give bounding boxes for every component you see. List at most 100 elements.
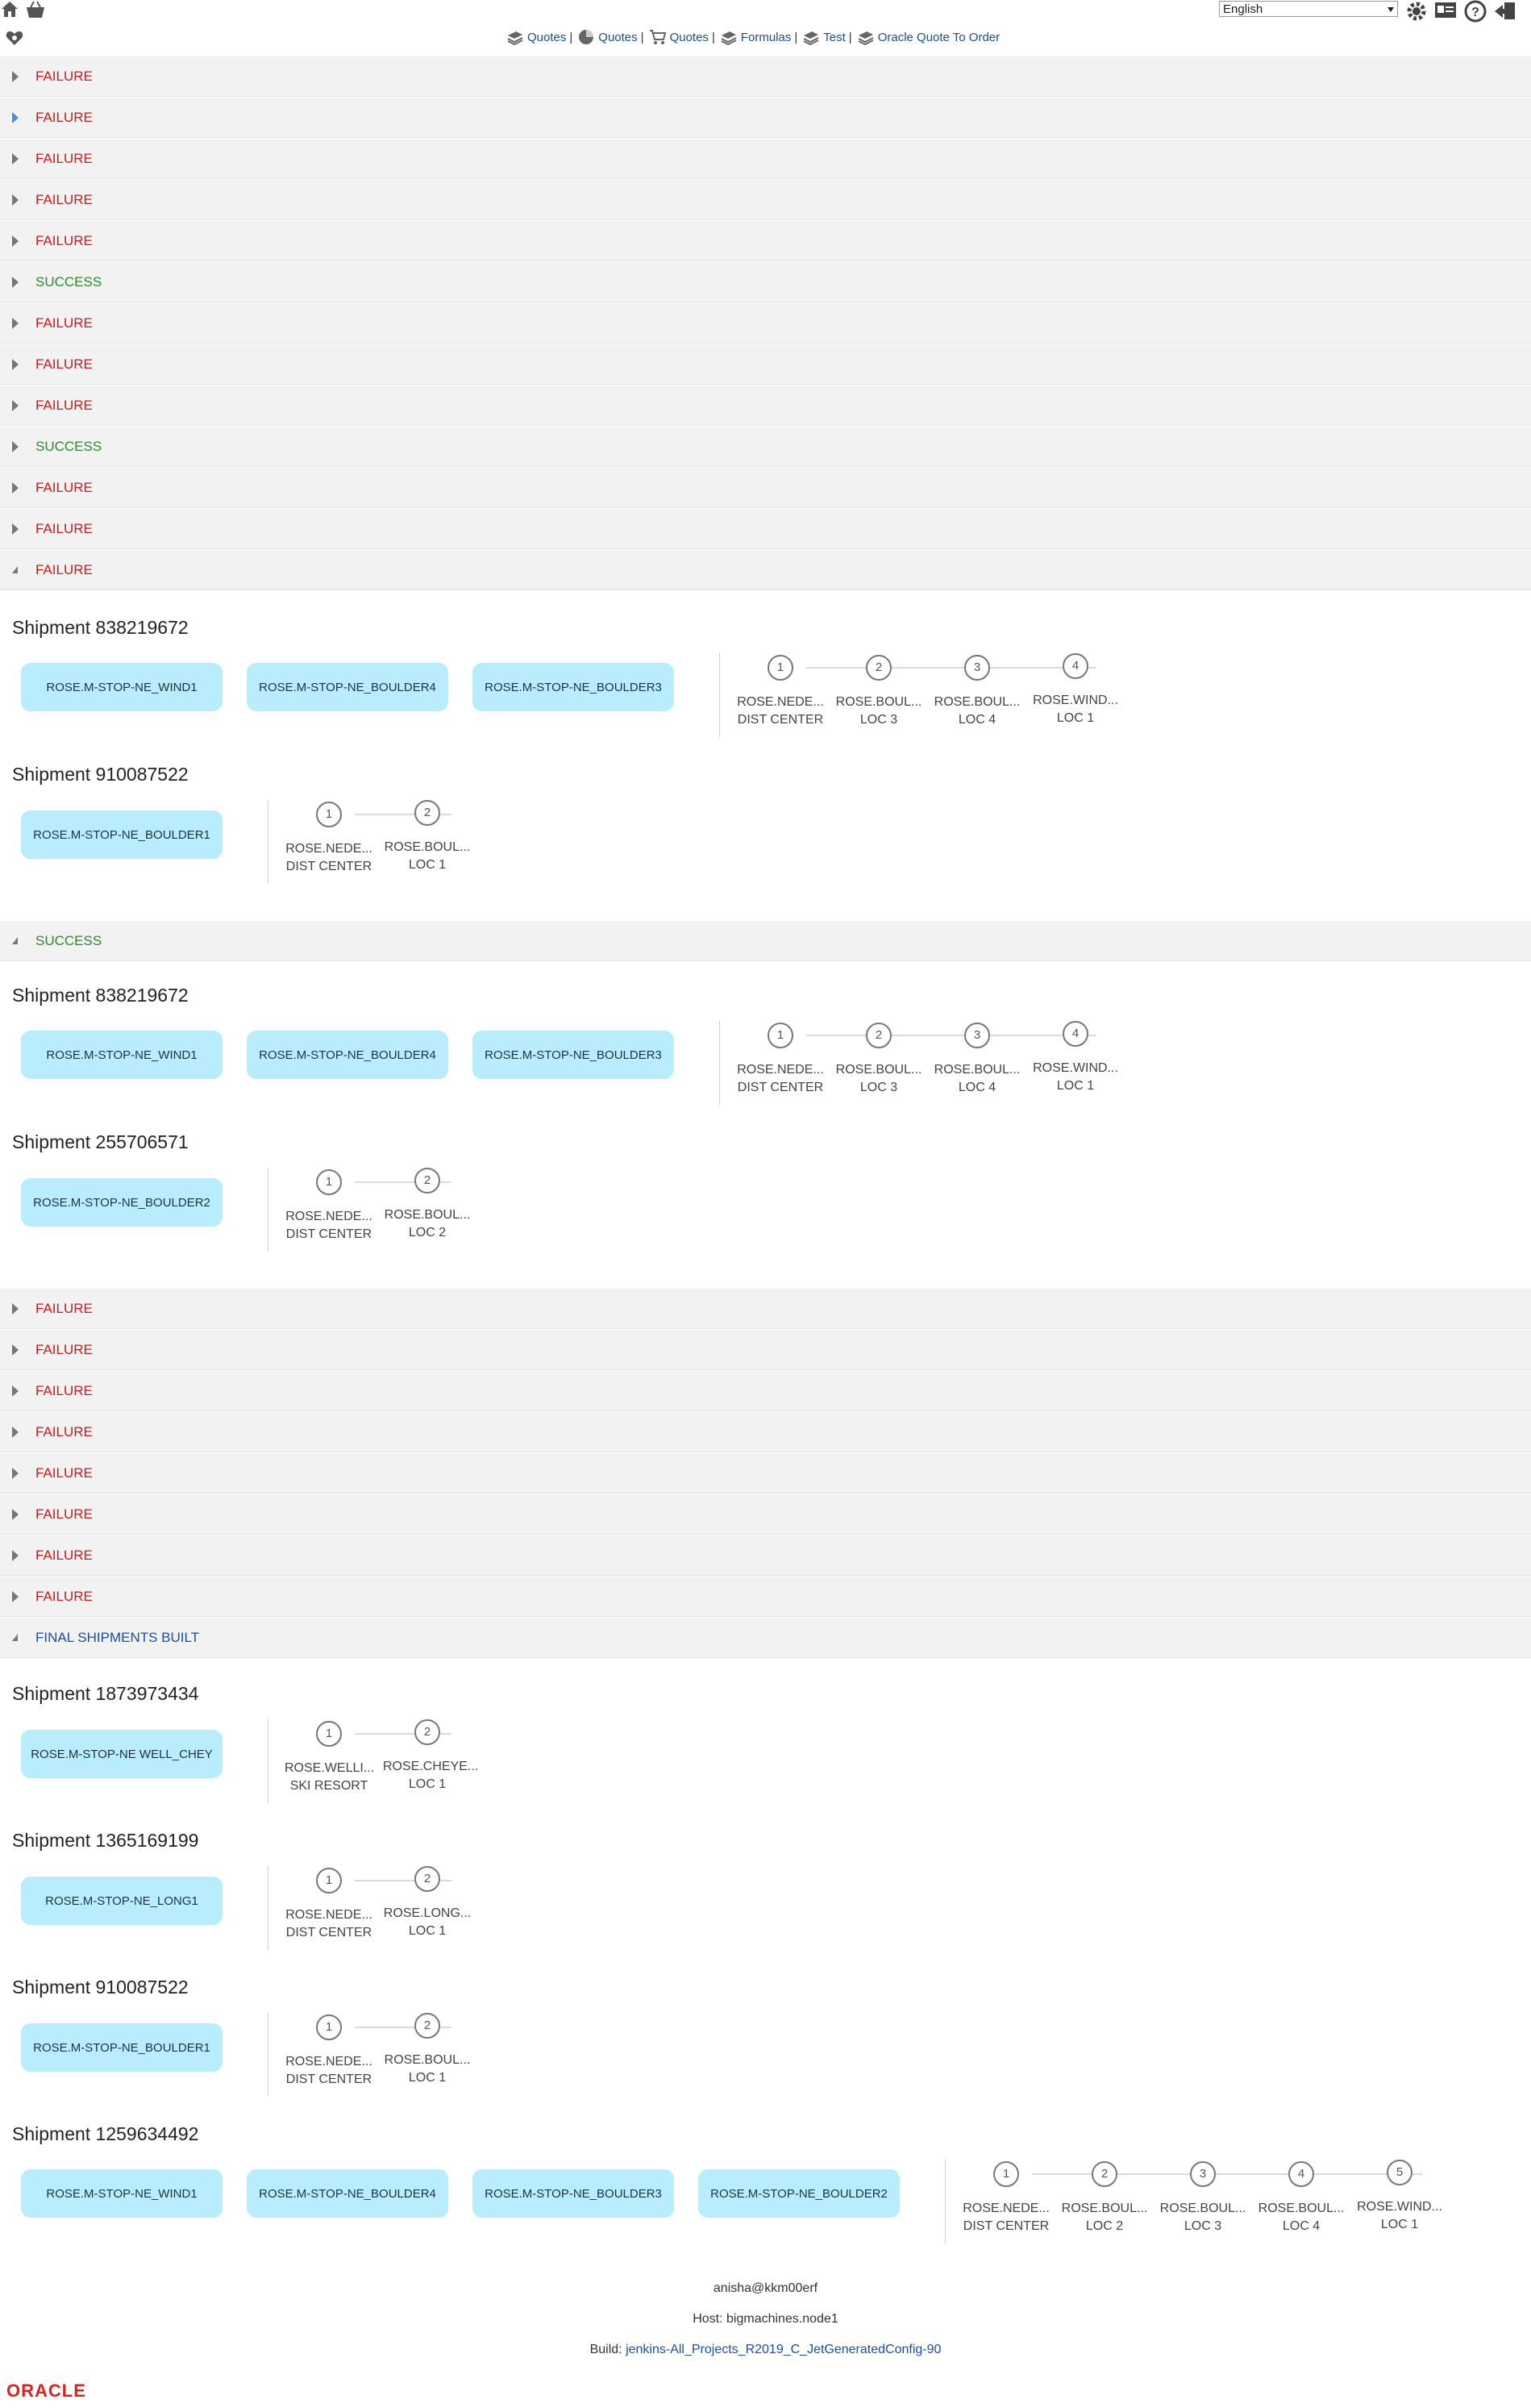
order-chip[interactable]: ROSE.M-STOP-NE_WIND1 (21, 2169, 223, 2218)
group-status: FAILURE (35, 521, 93, 536)
route-stop[interactable]: 3 ROSE.BOUL... LOC 4 (933, 655, 1021, 729)
group-header[interactable]: FAILURE (0, 468, 1531, 508)
logout-icon[interactable] (1493, 0, 1517, 23)
route-stop[interactable]: 1 ROSE.WELLI... SKI RESORT (285, 1721, 374, 1795)
route-stop[interactable]: 2 ROSE.BOUL... LOC 1 (383, 800, 472, 874)
nav-item-test[interactable]: Test (802, 29, 846, 45)
route-stop[interactable]: 1 ROSE.NEDE... DIST CENTER (285, 2014, 373, 2089)
group-header[interactable]: FAILURE (0, 303, 1531, 344)
heart-gear-icon[interactable] (5, 29, 24, 47)
group-header[interactable]: SUCCESS (0, 262, 1531, 302)
group-header[interactable]: FAILURE (0, 1453, 1531, 1494)
route-stop[interactable]: 2 ROSE.LONG... LOC 1 (383, 1866, 472, 1940)
expand-icon (12, 112, 19, 123)
route-stop[interactable]: 3 ROSE.BOUL... LOC 3 (1159, 2161, 1247, 2235)
group-status: FAILURE (35, 69, 93, 84)
group-header[interactable]: FAILURE (0, 1371, 1531, 1411)
route-stop[interactable]: 2 ROSE.BOUL... LOC 2 (383, 1168, 472, 1242)
group-header[interactable]: SUCCESS (0, 427, 1531, 467)
group-header[interactable]: FAILURE (0, 221, 1531, 261)
group-header[interactable]: FAILURE (0, 550, 1531, 590)
language-value: English (1223, 2, 1263, 16)
route-stop[interactable]: 1 ROSE.NEDE... DIST CENTER (285, 1169, 373, 1244)
divider (719, 653, 720, 737)
group-status: FAILURE (35, 480, 93, 495)
order-chip[interactable]: ROSE.M-STOP-NE_BOULDER1 (21, 810, 223, 859)
build-link[interactable]: jenkins-All_Projects_R2019_C_JetGenerate… (626, 2343, 941, 2356)
group-header[interactable]: FAILURE (0, 139, 1531, 179)
route-stop[interactable]: 1 ROSE.NEDE... DIST CENTER (736, 655, 825, 729)
route-stop[interactable]: 1 ROSE.NEDE... DIST CENTER (285, 1868, 373, 1942)
group-header[interactable]: FAILURE (0, 98, 1531, 138)
expand-icon (12, 71, 19, 82)
order-chip[interactable]: ROSE.M-STOP-NE WELL_CHEY (21, 1730, 223, 1778)
order-chip[interactable]: ROSE.M-STOP-NE_WIND1 (21, 1031, 223, 1079)
route-stop[interactable]: 2 ROSE.CHEYE... LOC 1 (383, 1719, 478, 1794)
order-chip[interactable]: ROSE.M-STOP-NE_BOULDER4 (247, 1031, 448, 1079)
gear-icon[interactable] (1404, 0, 1429, 23)
route-stop[interactable]: 4 ROSE.BOUL... LOC 4 (1257, 2161, 1346, 2235)
footer-user: anisha@kkm00erf (713, 2281, 818, 2295)
order-chip[interactable]: ROSE.M-STOP-NE_BOULDER3 (472, 1031, 674, 1079)
expand-icon (12, 1344, 19, 1356)
route-stop[interactable]: 4 ROSE.WIND... LOC 1 (1031, 1021, 1120, 1095)
nav-item-quotes-2[interactable]: Quotes (577, 29, 638, 45)
order-chip[interactable]: ROSE.M-STOP-NE_BOULDER4 (247, 2169, 448, 2218)
home-icon[interactable] (0, 0, 19, 18)
group-header[interactable]: FAILURE (0, 1494, 1531, 1535)
shipment-title: Shipment 910087522 (12, 764, 189, 785)
expand-icon (12, 235, 19, 247)
group-header[interactable]: FAILURE (0, 1289, 1531, 1329)
group-header[interactable]: FAILURE (0, 1535, 1531, 1576)
basket-icon[interactable] (24, 0, 47, 19)
group-header[interactable]: FAILURE (0, 56, 1531, 97)
expand-icon (12, 482, 19, 494)
route-stop[interactable]: 2 ROSE.BOUL... LOC 2 (1060, 2161, 1149, 2235)
expand-icon (12, 400, 19, 411)
group-header[interactable]: FAILURE (0, 1330, 1531, 1370)
group-header[interactable]: FAILURE (0, 1577, 1531, 1617)
order-chip[interactable]: ROSE.M-STOP-NE_BOULDER2 (21, 1178, 223, 1227)
route-stop[interactable]: 1 ROSE.NEDE... DIST CENTER (736, 1023, 825, 1097)
help-icon[interactable]: ? (1463, 0, 1487, 23)
route-stop[interactable]: 3 ROSE.BOUL... LOC 4 (933, 1023, 1021, 1097)
order-chip[interactable]: ROSE.M-STOP-NE_WIND1 (21, 663, 223, 711)
language-select[interactable]: English (1219, 1, 1398, 17)
order-chip[interactable]: ROSE.M-STOP-NE_LONG1 (21, 1877, 223, 1925)
group-header[interactable]: FAILURE (0, 344, 1531, 385)
route-stop[interactable]: 2 ROSE.BOUL... LOC 3 (834, 1023, 923, 1097)
order-chip[interactable]: ROSE.M-STOP-NE_BOULDER1 (21, 2023, 223, 2072)
collapse-icon (12, 1634, 18, 1641)
books-icon (507, 31, 523, 45)
shipment-title: Shipment 910087522 (12, 1977, 189, 1998)
expand-icon (12, 194, 19, 206)
route-stop[interactable]: 2 ROSE.BOUL... LOC 3 (834, 655, 923, 729)
nav-item-quotes-3[interactable]: Quotes (649, 29, 709, 45)
order-chip[interactable]: ROSE.M-STOP-NE_BOULDER3 (472, 2169, 674, 2218)
group-header[interactable]: FAILURE (0, 509, 1531, 549)
route-stop[interactable]: 5 ROSE.WIND... LOC 1 (1355, 2160, 1444, 2234)
order-chip[interactable]: ROSE.M-STOP-NE_BOULDER4 (247, 663, 448, 711)
route-stop[interactable]: 2 ROSE.BOUL... LOC 1 (383, 2013, 472, 2087)
id-card-icon[interactable] (1433, 0, 1458, 21)
nav-item-quotes-1[interactable]: Quotes (506, 29, 566, 45)
route-stop[interactable]: 1 ROSE.NEDE... DIST CENTER (962, 2161, 1050, 2235)
nav-item-formulas[interactable]: Formulas (720, 29, 791, 45)
route-stop[interactable]: 4 ROSE.WIND... LOC 1 (1031, 653, 1120, 727)
order-chip[interactable]: ROSE.M-STOP-NE_BOULDER2 (698, 2169, 900, 2218)
route-stop[interactable]: 1 ROSE.NEDE... DIST CENTER (285, 802, 373, 876)
nav-item-oracle-quote-to-order[interactable]: Oracle Quote To Order (857, 29, 1000, 45)
order-chip[interactable]: ROSE.M-STOP-NE_BOULDER3 (472, 663, 674, 711)
books-icon (721, 31, 737, 45)
group-header[interactable]: FAILURE (0, 180, 1531, 220)
group-header[interactable]: FAILURE (0, 385, 1531, 426)
group-header[interactable]: FINAL SHIPMENTS BUILT (0, 1618, 1531, 1658)
shipment-title: Shipment 1259634492 (12, 2123, 199, 2144)
group-status: FAILURE (35, 1301, 93, 1316)
group-header[interactable]: FAILURE (0, 1412, 1531, 1452)
group-header[interactable]: SUCCESS (0, 921, 1531, 961)
shipment-title: Shipment 838219672 (12, 617, 189, 638)
group-status: FAILURE (35, 151, 93, 166)
shipment-title: Shipment 838219672 (12, 985, 189, 1006)
expand-icon (12, 359, 19, 370)
